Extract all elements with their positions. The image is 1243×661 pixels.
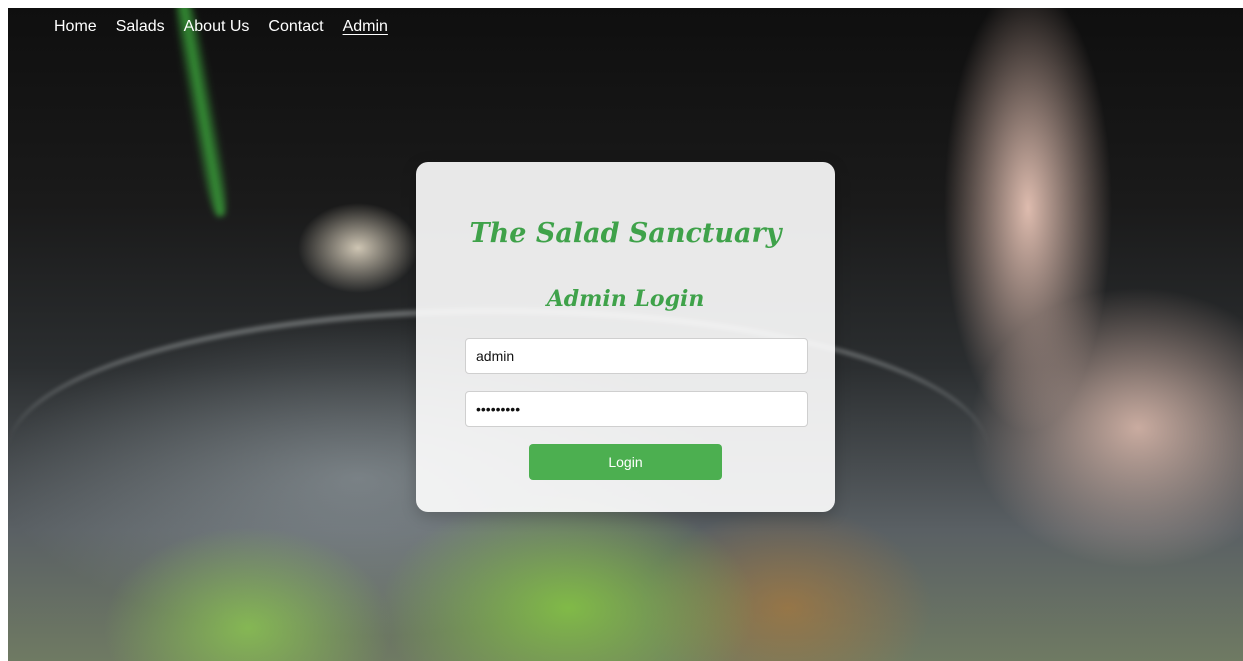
nav-link-admin[interactable]: Admin: [343, 18, 388, 36]
nav-link-about-us[interactable]: About Us: [184, 18, 250, 36]
nav-link-home[interactable]: Home: [54, 18, 97, 36]
login-card: The Salad Sanctuary Admin Login Login: [416, 162, 835, 512]
login-button[interactable]: Login: [529, 444, 722, 480]
login-title: Admin Login: [546, 286, 705, 312]
username-input[interactable]: [465, 338, 808, 374]
nav-link-contact[interactable]: Contact: [268, 18, 323, 36]
brand-title: The Salad Sanctuary: [469, 218, 782, 249]
password-input[interactable]: [465, 391, 808, 427]
nav-link-salads[interactable]: Salads: [116, 18, 165, 36]
background-herb-stem: [168, 8, 234, 219]
main-navigation: Home Salads About Us Contact Admin: [54, 18, 388, 36]
